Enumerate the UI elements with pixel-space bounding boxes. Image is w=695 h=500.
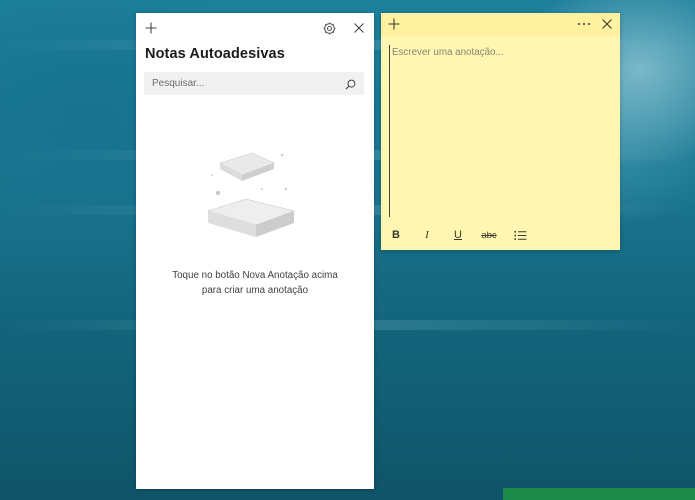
- search-button[interactable]: [339, 73, 361, 95]
- list-title-bar: [136, 13, 374, 43]
- page-title: Notas Autoadesivas: [145, 46, 285, 62]
- plus-icon: [388, 18, 400, 30]
- bullet-list-icon: [514, 230, 526, 240]
- settings-button[interactable]: [318, 17, 340, 39]
- bold-button[interactable]: B: [385, 224, 407, 246]
- underline-button[interactable]: U: [447, 224, 469, 246]
- empty-state-line-2: para criar uma anotação: [201, 285, 309, 296]
- note-new-button[interactable]: [383, 13, 405, 35]
- italic-button[interactable]: I: [416, 224, 438, 246]
- strikethrough-label: abc: [481, 229, 497, 241]
- note-title-bar[interactable]: [381, 13, 620, 36]
- notes-list-panel: Notas Autoadesivas Toqu: [136, 13, 374, 489]
- bullet-list-button[interactable]: [509, 224, 531, 246]
- empty-notes-icon: [206, 152, 296, 237]
- more-icon: [578, 23, 590, 25]
- new-note-button[interactable]: [140, 17, 162, 39]
- strikethrough-button[interactable]: abc: [478, 224, 500, 246]
- note-format-toolbar: B I U abc: [381, 220, 620, 250]
- close-icon: [602, 19, 612, 29]
- bold-label: B: [392, 229, 400, 241]
- gear-icon: [323, 22, 335, 34]
- italic-label: I: [425, 229, 429, 241]
- empty-state-line-1: Toque no botão Nova Anotação acima: [172, 270, 338, 281]
- note-body: [381, 36, 620, 220]
- plus-icon: [145, 22, 157, 34]
- note-menu-button[interactable]: [573, 13, 595, 35]
- sticky-note: B I U abc: [381, 13, 620, 250]
- taskbar-accent: [503, 488, 695, 500]
- search-box[interactable]: [144, 72, 364, 95]
- underline-label: U: [454, 229, 462, 241]
- empty-state-illustration: [198, 145, 308, 245]
- note-text-input[interactable]: [389, 45, 614, 217]
- search-icon: [345, 79, 355, 89]
- close-icon: [354, 23, 364, 33]
- search-input[interactable]: [144, 72, 334, 95]
- empty-state-message: Toque no botão Nova Anotação acima para …: [146, 268, 364, 298]
- close-list-button[interactable]: [348, 17, 370, 39]
- note-close-button[interactable]: [596, 13, 618, 35]
